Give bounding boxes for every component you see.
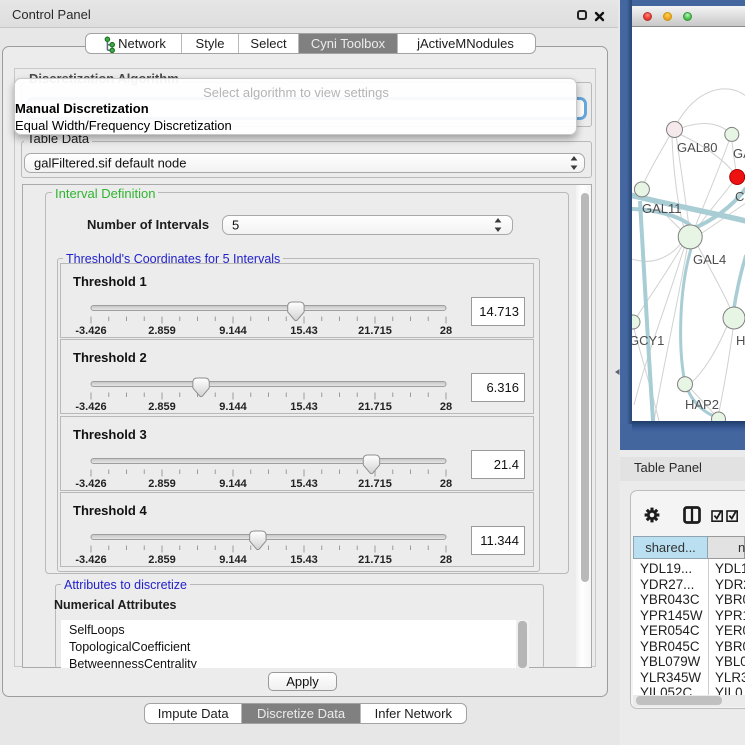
svg-text:GAL11: GAL11 xyxy=(642,201,682,216)
svg-text:15.43: 15.43 xyxy=(290,401,318,413)
svg-text:-3.426: -3.426 xyxy=(75,478,106,490)
svg-text:2.859: 2.859 xyxy=(148,554,176,566)
svg-text:GAL4: GAL4 xyxy=(693,252,726,267)
svg-text:21.715: 21.715 xyxy=(358,554,392,566)
svg-text:28: 28 xyxy=(440,325,452,337)
svg-text:9.144: 9.144 xyxy=(219,554,247,566)
svg-text:28: 28 xyxy=(440,401,452,413)
svg-text:HI: HI xyxy=(736,333,745,348)
svg-text:15.43: 15.43 xyxy=(290,554,318,566)
svg-text:-3.426: -3.426 xyxy=(75,325,106,337)
svg-text:28: 28 xyxy=(440,554,452,566)
svg-text:-3.426: -3.426 xyxy=(75,401,106,413)
svg-text:21.715: 21.715 xyxy=(358,478,392,490)
svg-text:9.144: 9.144 xyxy=(219,478,247,490)
svg-text:HAP2: HAP2 xyxy=(685,397,719,412)
svg-text:2.859: 2.859 xyxy=(148,401,176,413)
svg-text:15.43: 15.43 xyxy=(290,325,318,337)
svg-text:21.715: 21.715 xyxy=(358,401,392,413)
svg-text:21.715: 21.715 xyxy=(358,325,392,337)
svg-text:2.859: 2.859 xyxy=(148,325,176,337)
svg-text:GAL2: GAL2 xyxy=(733,146,745,161)
svg-text:GAL80: GAL80 xyxy=(677,140,717,155)
svg-text:2.859: 2.859 xyxy=(148,478,176,490)
svg-text:GCY1: GCY1 xyxy=(632,333,664,348)
svg-text:9.144: 9.144 xyxy=(219,401,247,413)
svg-text:9.144: 9.144 xyxy=(219,325,247,337)
svg-text:15.43: 15.43 xyxy=(290,478,318,490)
svg-text:28: 28 xyxy=(440,478,452,490)
svg-text:CC: CC xyxy=(735,189,745,204)
svg-text:-3.426: -3.426 xyxy=(75,554,106,566)
